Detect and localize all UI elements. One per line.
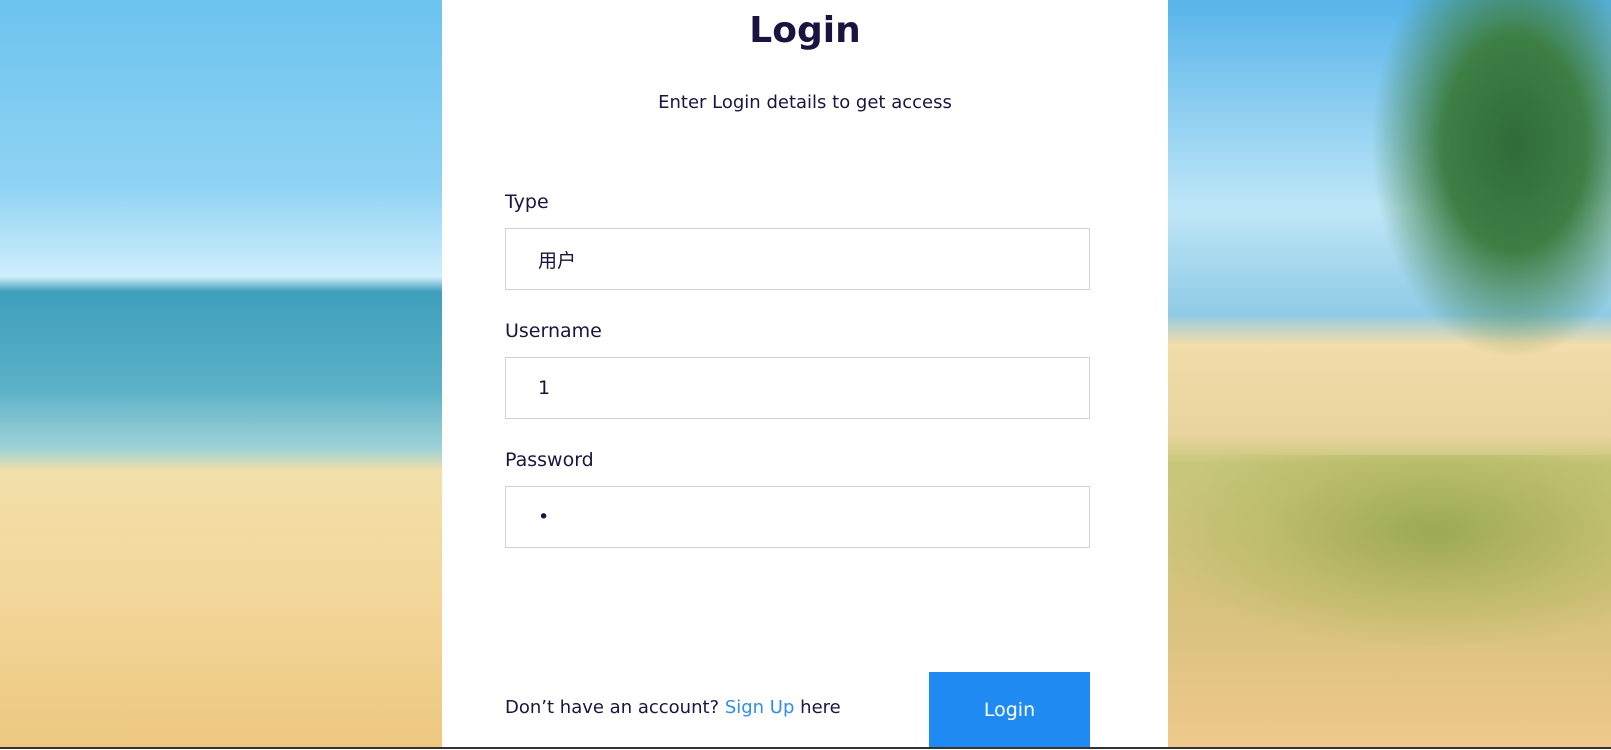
signup-prompt-prefix: Don’t have an account? bbox=[505, 697, 720, 718]
page-title: Login bbox=[749, 10, 861, 51]
palm-trees-decoration bbox=[1370, 0, 1611, 360]
login-button[interactable]: Login bbox=[929, 672, 1090, 747]
type-field[interactable] bbox=[505, 228, 1090, 290]
password-field[interactable] bbox=[505, 486, 1090, 548]
grass-decoration bbox=[1168, 455, 1611, 645]
login-panel: Login Enter Login details to get access … bbox=[442, 0, 1168, 747]
password-label: Password bbox=[505, 449, 594, 471]
signup-prompt-suffix: here bbox=[800, 697, 841, 718]
username-field[interactable] bbox=[505, 357, 1090, 419]
signup-prompt: Don’t have an account? Sign Up here bbox=[505, 697, 841, 718]
signup-link[interactable]: Sign Up bbox=[725, 697, 795, 718]
window-bottom-border bbox=[0, 747, 1611, 749]
type-label: Type bbox=[505, 191, 549, 213]
username-label: Username bbox=[505, 320, 602, 342]
page-subtitle: Enter Login details to get access bbox=[658, 92, 952, 113]
